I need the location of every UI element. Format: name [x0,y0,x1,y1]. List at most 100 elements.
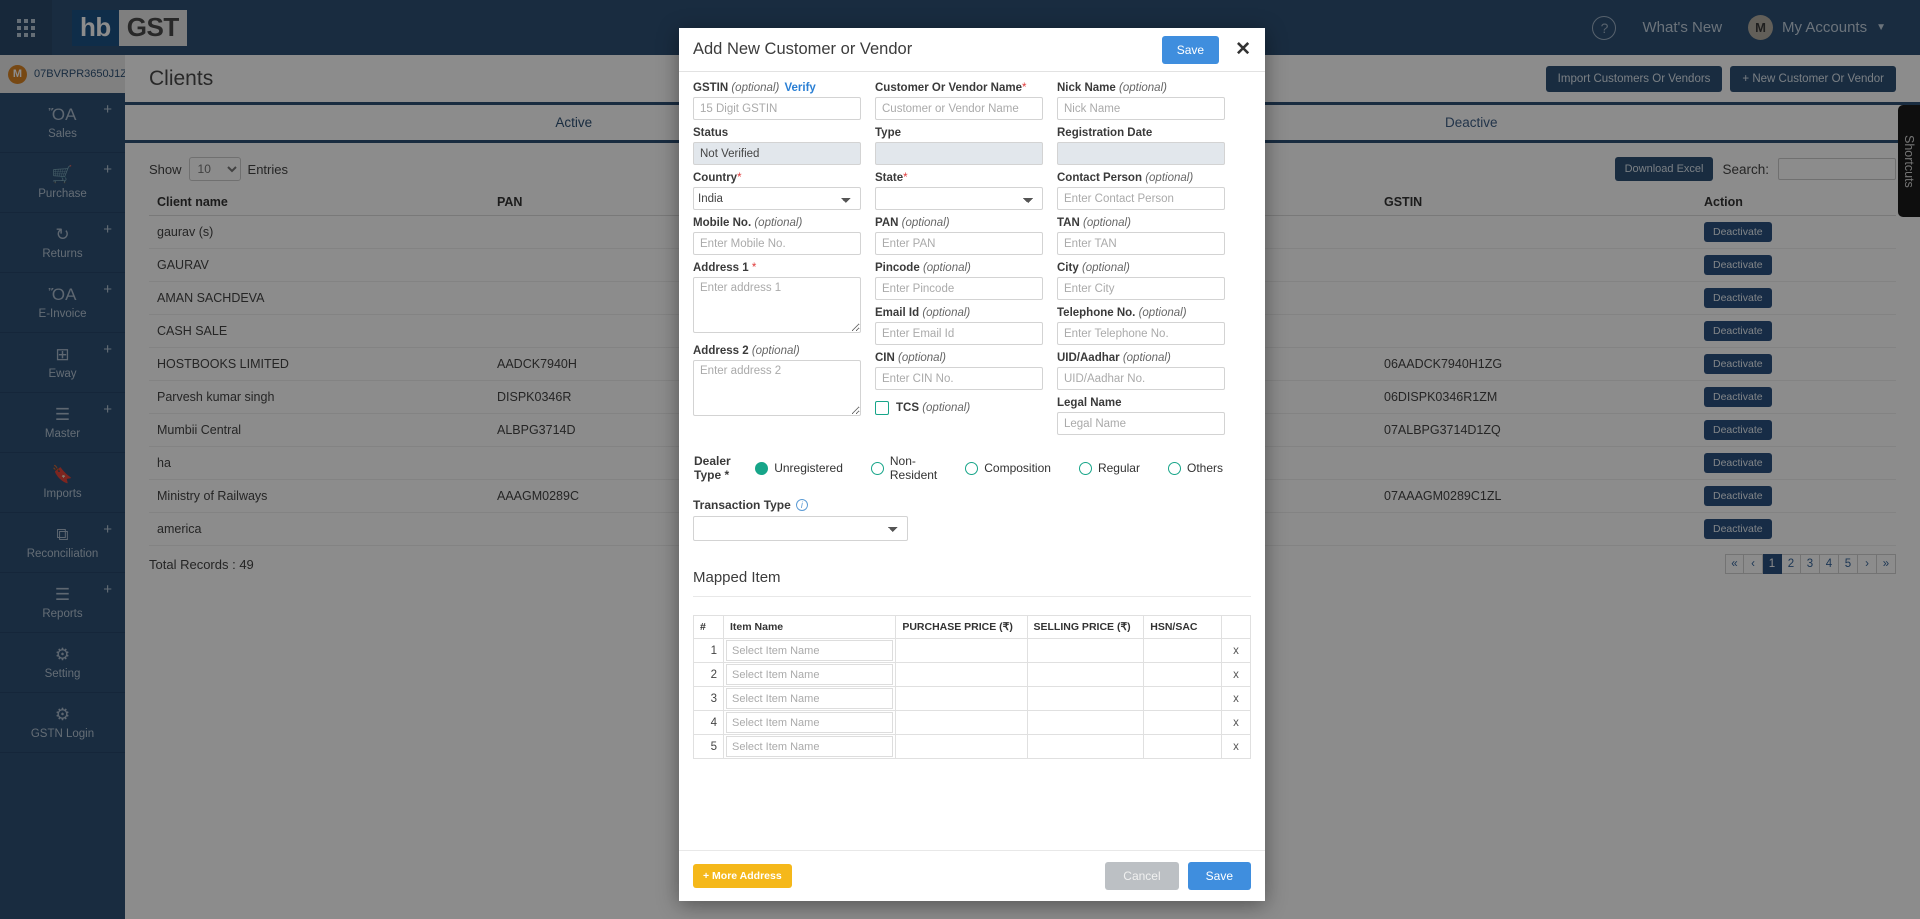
purchase-price-cell[interactable] [895,686,1028,711]
transaction-type-select[interactable] [693,516,908,541]
tcs-label: TCS (optional) [896,402,970,414]
tcs-label-text: TCS [896,402,919,414]
remove-row-icon[interactable]: x [1221,686,1251,711]
modal-title: Add New Customer or Vendor [693,40,913,58]
selling-price-cell[interactable] [1026,686,1145,711]
dealer-type-option-label: Regular [1097,461,1140,475]
tan-optional-text: (optional) [1082,217,1131,229]
transaction-type-label-text: Transaction Type [693,498,791,512]
radio-icon[interactable] [1167,461,1181,475]
email-label-text: Email Id [875,307,920,319]
radio-icon[interactable] [965,461,979,475]
modal-save-top-button[interactable]: Save [1161,35,1220,64]
status-value [693,142,861,165]
form-grid: GSTIN (optional) Verify Status Country* [693,82,1251,442]
gstin-input[interactable] [693,97,861,120]
pincode-optional-text: (optional) [922,262,971,274]
save-button[interactable]: Save [1187,862,1251,890]
selling-price-cell[interactable] [1026,710,1145,735]
hsn-sac-cell[interactable] [1143,638,1223,663]
mapped-item-row: 4x [692,710,1251,735]
telephone-input[interactable] [1057,322,1225,345]
city-input[interactable] [1057,277,1225,300]
contact-optional-text: (optional) [1145,172,1194,184]
selling-price-cell[interactable] [1026,638,1145,663]
country-select[interactable]: India [693,187,861,210]
dealer-type-option-unregistered[interactable]: Unregistered [755,461,843,475]
mapped-item-row: 2x [692,662,1251,687]
contact-person-input[interactable] [1057,187,1225,210]
field-tan: TAN (optional) [1057,217,1225,255]
radio-icon[interactable] [755,461,769,475]
type-value [875,142,1043,165]
country-label-text: Country [693,172,738,184]
remove-row-icon[interactable]: x [1221,638,1251,663]
mobile-input[interactable] [693,232,861,255]
dealer-type-option-label: Unregistered [774,461,843,475]
pincode-input[interactable] [875,277,1043,300]
row-number: 3 [692,686,725,711]
dealer-type-option-others[interactable]: Others [1167,461,1223,475]
close-icon[interactable]: ✕ [1231,40,1255,59]
pan-input[interactable] [875,232,1043,255]
radio-icon[interactable] [870,461,884,475]
row-number: 2 [692,662,725,687]
selling-price-cell[interactable] [1026,662,1145,687]
email-optional-text: (optional) [922,307,971,319]
gstin-verify-link[interactable]: Verify [785,82,816,94]
remove-row-icon[interactable]: x [1221,734,1251,759]
dealer-type-label: Dealer Type * [694,454,737,482]
item-name-input[interactable] [726,640,894,661]
remove-row-icon[interactable]: x [1221,710,1251,735]
cin-label-text: CIN [875,352,895,364]
item-name-cell [723,662,897,687]
field-email: Email Id (optional) [875,307,1043,345]
contact-person-label: Contact Person (optional) [1057,172,1225,184]
item-name-input[interactable] [726,664,894,685]
dealer-type-option-non-resident[interactable]: Non-Resident [870,454,938,482]
item-name-input[interactable] [726,688,894,709]
address2-textarea[interactable] [693,360,861,416]
field-legal-name: Legal Name [1057,397,1225,435]
purchase-price-cell[interactable] [895,638,1028,663]
selling-price-cell[interactable] [1026,734,1145,759]
mapped-column-header: # [692,615,725,639]
customer-name-input[interactable] [875,97,1043,120]
legal-name-label: Legal Name [1057,397,1122,409]
tan-input[interactable] [1057,232,1225,255]
more-address-button[interactable]: + More Address [693,864,792,888]
tan-label: TAN (optional) [1057,217,1225,229]
radio-icon[interactable] [1078,461,1092,475]
state-select[interactable] [875,187,1043,210]
mapped-item-body: 1x2x3x4x5x [692,638,1251,759]
dealer-type-option-composition[interactable]: Composition [965,461,1051,475]
hsn-sac-cell[interactable] [1143,686,1223,711]
nick-name-input[interactable] [1057,97,1225,120]
email-input[interactable] [875,322,1043,345]
uid-aadhar-input[interactable] [1057,367,1225,390]
cin-input[interactable] [875,367,1043,390]
legal-name-input[interactable] [1057,412,1225,435]
dealer-type-option-label: Non-Resident [889,454,938,482]
tcs-checkbox[interactable] [875,401,889,415]
purchase-price-cell[interactable] [895,710,1028,735]
info-icon[interactable]: i [795,499,808,511]
purchase-price-cell[interactable] [895,662,1028,687]
mobile-optional-text: (optional) [754,217,803,229]
item-name-input[interactable] [726,736,894,757]
row-number: 4 [692,710,725,735]
hsn-sac-cell[interactable] [1143,662,1223,687]
city-optional-text: (optional) [1081,262,1130,274]
mapped-column-header: SELLING PRICE (₹) [1026,615,1145,639]
item-name-input[interactable] [726,712,894,733]
dealer-type-option-regular[interactable]: Regular [1078,461,1140,475]
remove-row-icon[interactable]: x [1221,662,1251,687]
pincode-label: Pincode (optional) [875,262,1043,274]
purchase-price-cell[interactable] [895,734,1028,759]
address1-label-text: Address 1 [693,262,749,274]
address1-textarea[interactable] [693,277,861,333]
hsn-sac-cell[interactable] [1143,734,1223,759]
hsn-sac-cell[interactable] [1143,710,1223,735]
pan-label-text: PAN [875,217,899,229]
cancel-button[interactable]: Cancel [1105,862,1179,890]
